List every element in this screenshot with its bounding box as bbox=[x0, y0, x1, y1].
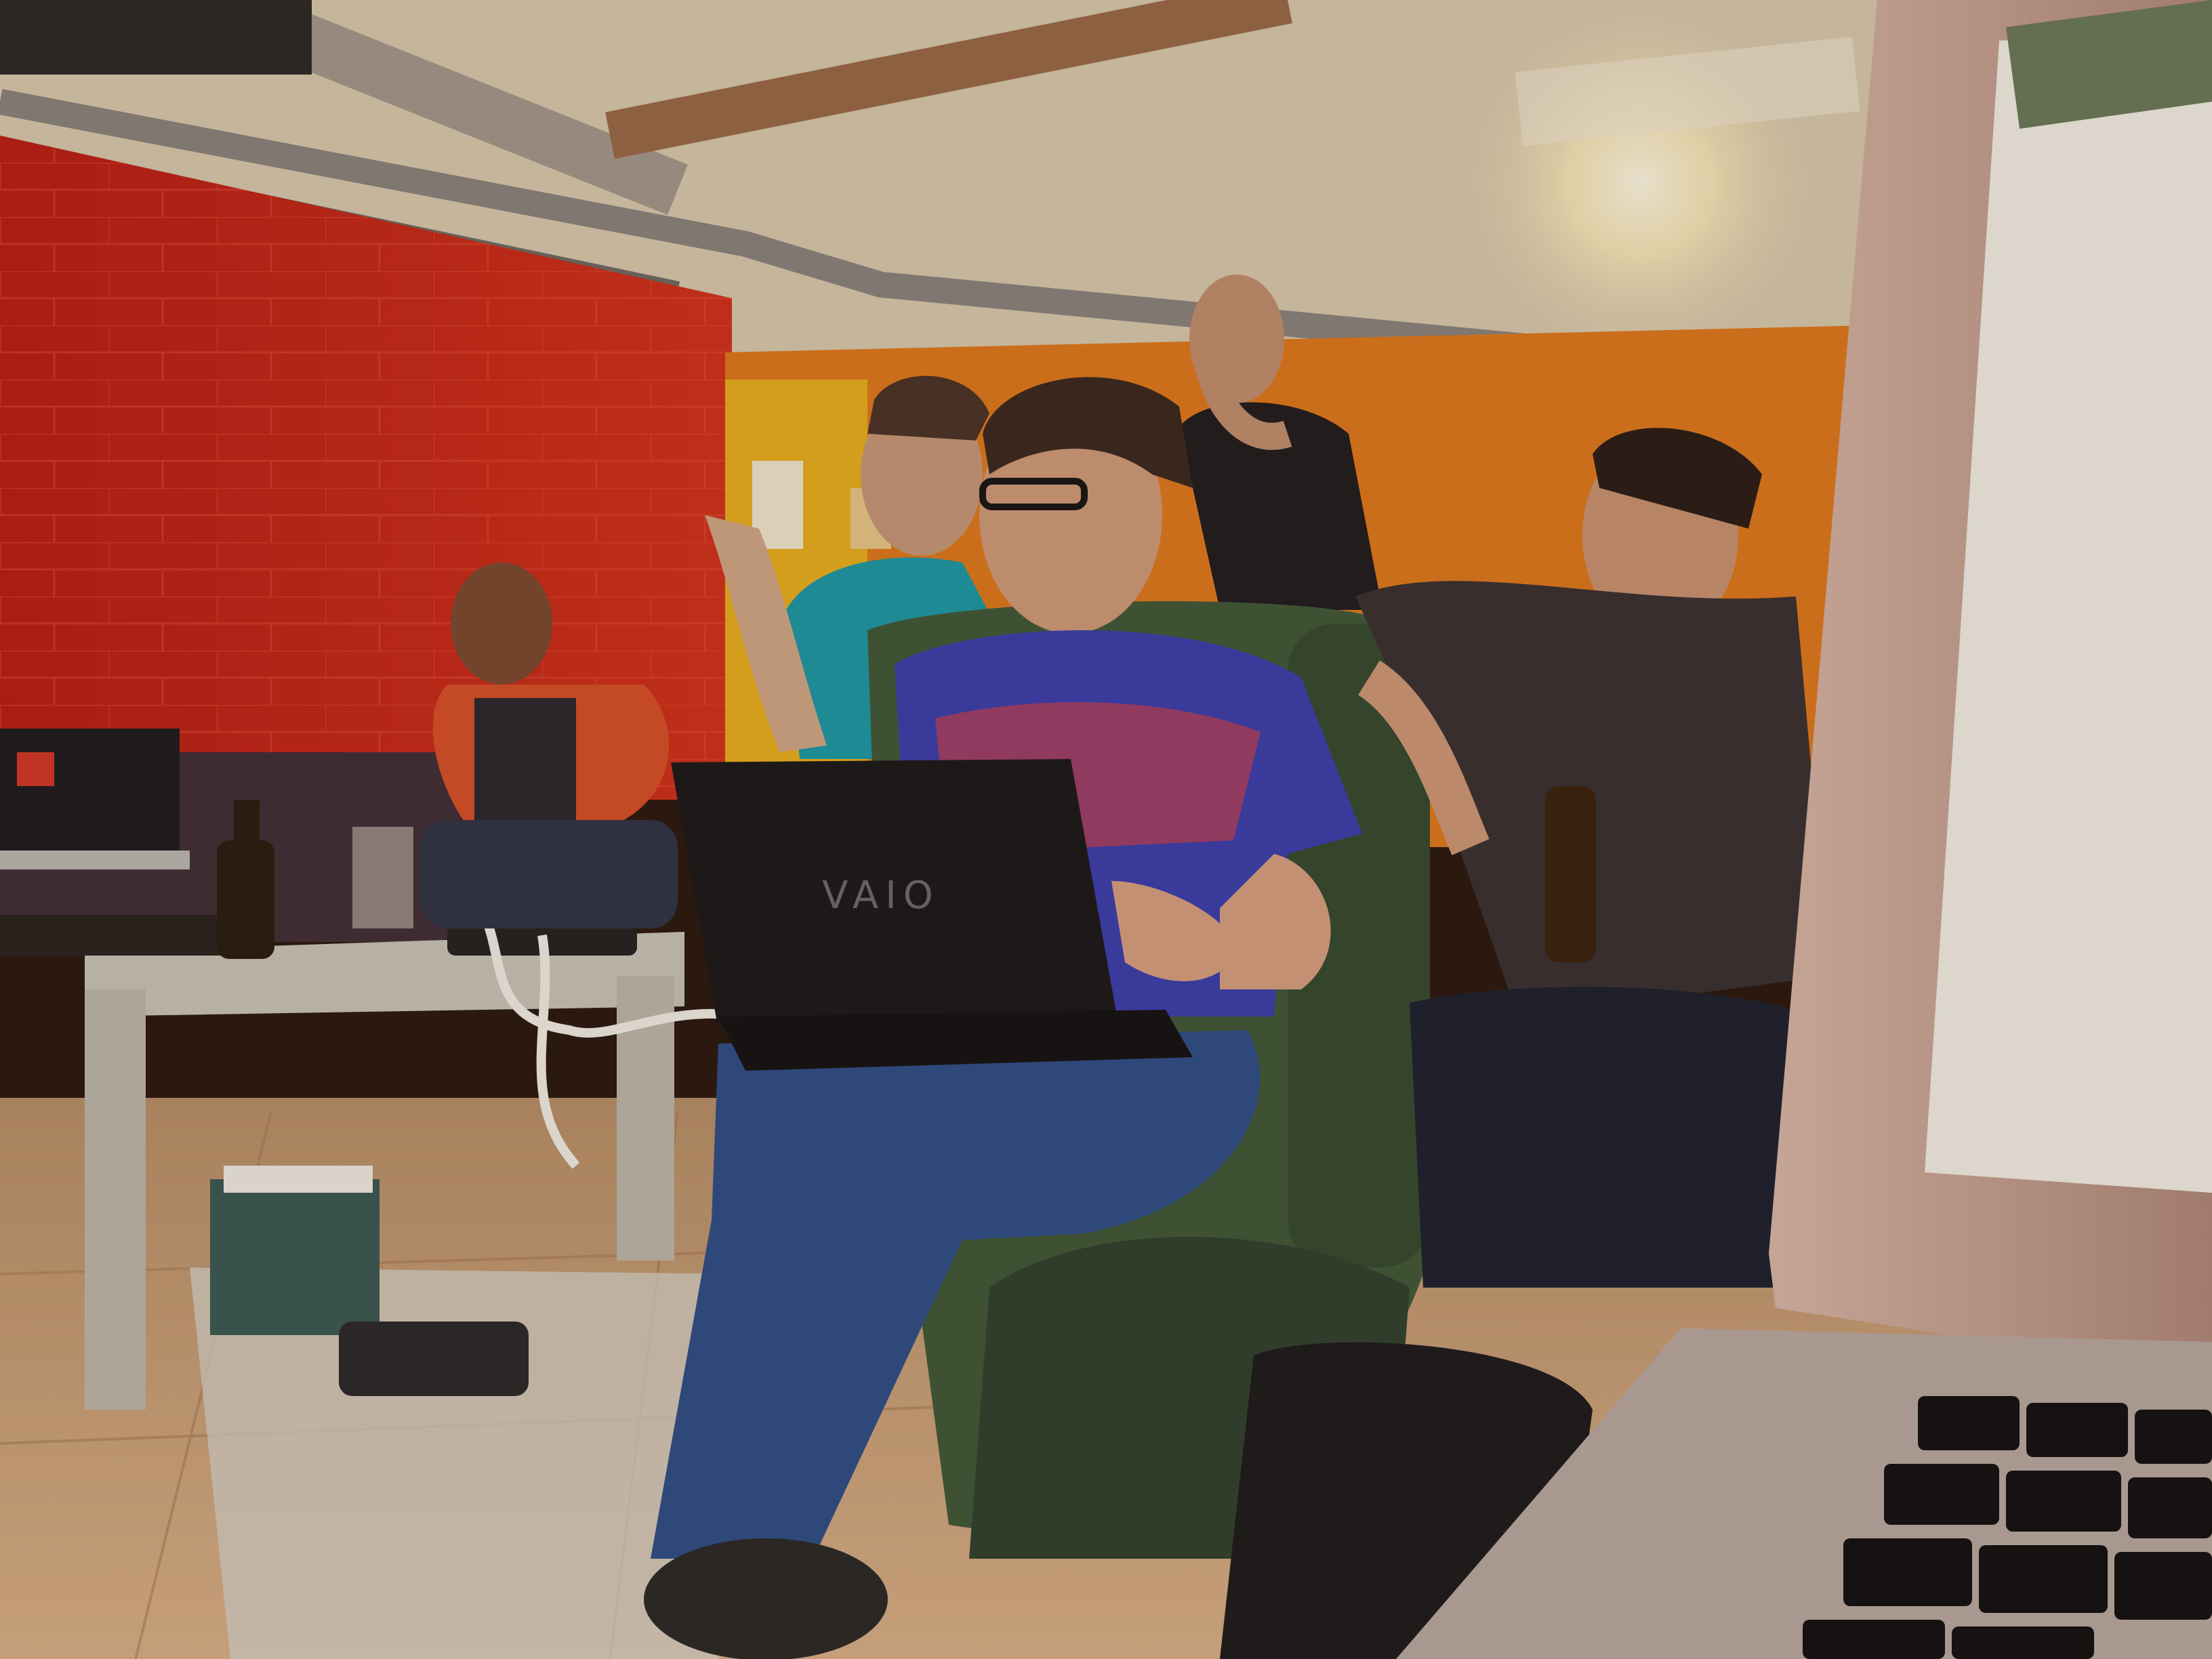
ambient-tint bbox=[0, 0, 2212, 1659]
scene-svg: VAIO bbox=[0, 0, 2212, 1659]
photo-scene: VAIO bbox=[0, 0, 2212, 1659]
